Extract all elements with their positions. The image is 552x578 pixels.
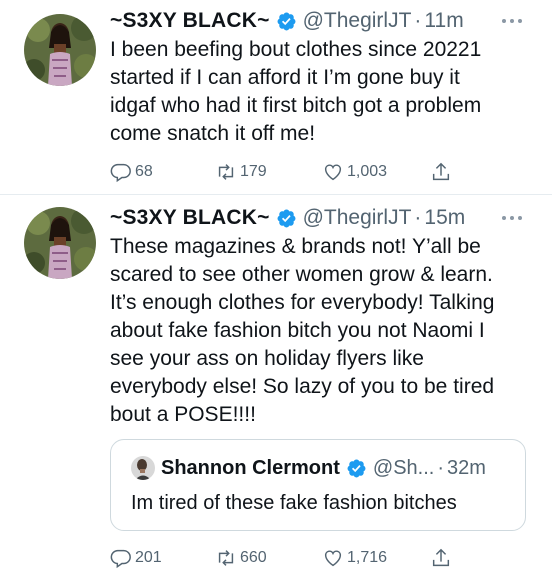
timestamp[interactable]: 15m <box>424 206 465 230</box>
handle[interactable]: @ThegirlJT <box>303 206 412 230</box>
share-icon <box>432 548 450 567</box>
tweet-text: These magazines & brands not! Y’all be s… <box>110 235 495 426</box>
quoted-avatar <box>131 456 155 480</box>
display-name[interactable]: ~S3XY BLACK~ <box>110 9 270 33</box>
action-bar: 201 660 1,716 <box>110 545 470 571</box>
retweet-icon <box>218 164 234 180</box>
avatar[interactable] <box>24 14 96 86</box>
more-icon[interactable] <box>500 14 524 26</box>
verified-badge-icon <box>276 208 297 229</box>
like-count: 1,716 <box>347 549 388 566</box>
like-count: 1,003 <box>347 163 388 180</box>
handle[interactable]: @ThegirlJT <box>303 9 412 33</box>
avatar[interactable] <box>24 207 96 279</box>
like-icon <box>324 164 342 181</box>
tweet[interactable]: ~S3XY BLACK~ @ThegirlJT · 11m I been bee… <box>0 0 552 194</box>
separator: · <box>414 206 422 229</box>
like-button[interactable]: 1,716 <box>322 545 387 571</box>
more-icon[interactable] <box>500 211 524 223</box>
quoted-tweet-header: Shannon Clermont @Sh... · 32m <box>131 456 486 480</box>
tweet[interactable]: ~S3XY BLACK~ @ThegirlJT · 15m These maga… <box>0 195 552 578</box>
reply-count: 68 <box>135 163 153 180</box>
reply-button[interactable]: 201 <box>110 545 162 571</box>
share-button[interactable] <box>430 159 455 185</box>
quoted-timestamp: 32m <box>447 456 486 479</box>
quoted-handle: @Sh... <box>372 456 435 479</box>
share-button[interactable] <box>430 545 455 571</box>
reply-count: 201 <box>135 549 162 566</box>
retweet-count: 179 <box>240 163 267 180</box>
separator: · <box>437 456 444 479</box>
quoted-tweet-text: Im tired of these fake fashion bitches <box>131 492 457 514</box>
retweet-icon <box>218 550 234 566</box>
share-icon <box>432 162 450 181</box>
tweet-text: I been beefing bout clothes since 20221 … <box>110 38 482 145</box>
retweet-button[interactable]: 660 <box>215 545 267 571</box>
like-button[interactable]: 1,003 <box>322 159 387 185</box>
retweet-count: 660 <box>240 549 267 566</box>
reply-icon <box>110 163 131 183</box>
quoted-display-name: Shannon Clermont <box>161 456 340 479</box>
tweet-header: ~S3XY BLACK~ @ThegirlJT · 15m <box>110 204 465 232</box>
action-bar: 68 179 1,003 <box>110 159 470 185</box>
like-icon <box>324 550 342 567</box>
reply-button[interactable]: 68 <box>110 159 153 185</box>
verified-badge-icon <box>346 458 367 479</box>
display-name[interactable]: ~S3XY BLACK~ <box>110 206 270 230</box>
verified-badge-icon <box>276 11 297 32</box>
separator: · <box>414 9 422 32</box>
tweet-header: ~S3XY BLACK~ @ThegirlJT · 11m <box>110 7 464 35</box>
retweet-button[interactable]: 179 <box>215 159 267 185</box>
timestamp[interactable]: 11m <box>424 9 463 33</box>
reply-icon <box>110 549 131 569</box>
quoted-tweet[interactable]: Shannon Clermont @Sh... · 32m Im tired o… <box>110 439 526 531</box>
